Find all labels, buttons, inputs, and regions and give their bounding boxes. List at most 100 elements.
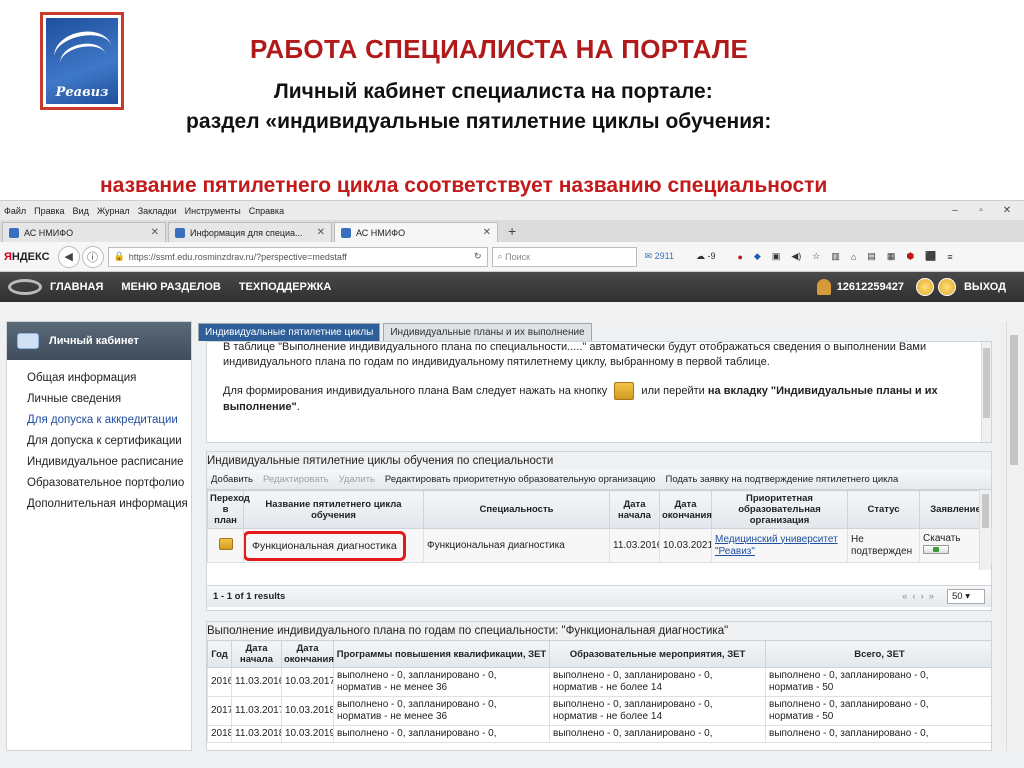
add-button[interactable]: Добавить bbox=[211, 474, 253, 485]
close-tab-icon[interactable]: ✕ bbox=[317, 227, 325, 238]
sidebar-header[interactable]: Личный кабинет bbox=[7, 322, 191, 360]
close-tab-icon[interactable]: ✕ bbox=[151, 227, 159, 238]
sidebar-list: Общая информация Личные сведения Для доп… bbox=[7, 360, 191, 515]
nav-main[interactable]: ГЛАВНАЯ bbox=[50, 281, 103, 293]
column-header[interactable]: Дата начала bbox=[231, 640, 282, 668]
column-header[interactable]: Дата окончания bbox=[281, 640, 334, 668]
pager-nav-icons[interactable]: «‹›» bbox=[902, 591, 939, 602]
menu-tools[interactable]: Инструменты bbox=[185, 206, 241, 216]
page-scrollbar[interactable] bbox=[1006, 321, 1020, 751]
sidebar-item-additional[interactable]: Дополнительная информация bbox=[27, 494, 191, 515]
column-header[interactable]: Дата начала bbox=[609, 490, 660, 529]
sidebar-item-personal[interactable]: Личные сведения bbox=[27, 389, 191, 410]
browser-tab-label: АС НМИФО bbox=[356, 227, 406, 238]
submit-request-button[interactable]: Подать заявку на подтверждение пятилетне… bbox=[665, 474, 898, 485]
close-window-icon[interactable]: ✕ bbox=[998, 205, 1016, 216]
download-button[interactable] bbox=[923, 545, 949, 554]
exit-button[interactable]: ВЫХОД bbox=[964, 281, 1006, 293]
menu-view[interactable]: Вид bbox=[73, 206, 89, 216]
plan-link-cell[interactable] bbox=[207, 528, 244, 563]
search-input[interactable]: ⌕ Поиск bbox=[491, 246, 637, 267]
delete-button[interactable]: Удалить bbox=[339, 474, 375, 485]
extension-icon[interactable]: ⬛ bbox=[925, 251, 936, 262]
mail-icon[interactable]: ✉ 2911 bbox=[645, 251, 685, 262]
back-icon[interactable]: ◀ bbox=[57, 245, 80, 268]
cycles-scrollbar[interactable] bbox=[979, 490, 991, 570]
table-row[interactable]: 2018 11.03.2018 10.03.2019 выполнено - 0… bbox=[207, 725, 991, 743]
column-header[interactable]: Приоритетная образовательная организация bbox=[711, 490, 848, 529]
table-row[interactable]: 2017 11.03.2017 10.03.2018 выполнено - 0… bbox=[207, 696, 991, 726]
portal-header: ГЛАВНАЯ МЕНЮ РАЗДЕЛОВ ТЕХПОДДЕРЖКА 12612… bbox=[0, 272, 1024, 302]
column-header[interactable]: Всего, ЗЕТ bbox=[765, 640, 991, 668]
table-row[interactable]: 2016 11.03.2016 10.03.2017 выполнено - 0… bbox=[207, 667, 991, 697]
menu-edit[interactable]: Правка bbox=[34, 206, 64, 216]
qualification-cell: выполнено - 0, запланировано - 0, нормати… bbox=[333, 696, 550, 726]
zoom-in-icon[interactable] bbox=[915, 278, 934, 296]
tab-individual-plans[interactable]: Индивидуальные планы и их выполнение bbox=[383, 323, 592, 341]
user-icon bbox=[816, 279, 831, 295]
minimize-icon[interactable]: – bbox=[946, 205, 964, 216]
year-cell: 2016 bbox=[207, 667, 232, 697]
chat-icon[interactable]: ▤ bbox=[867, 251, 876, 262]
page-size-select[interactable]: 50 ▾ bbox=[947, 588, 985, 604]
sidebar-item-general[interactable]: Общая информация bbox=[27, 368, 191, 389]
cycles-table: Переход в план Название пятилетнего цикл… bbox=[207, 490, 992, 585]
column-header[interactable]: Специальность bbox=[423, 490, 610, 529]
column-header[interactable]: Статус bbox=[847, 490, 920, 529]
sidebar-item-accreditation[interactable]: Для допуска к аккредитации bbox=[27, 410, 191, 431]
column-header[interactable]: Переход в план bbox=[207, 490, 250, 529]
info-icon[interactable]: ⓘ bbox=[81, 245, 104, 268]
nav-sections-menu[interactable]: МЕНЮ РАЗДЕЛОВ bbox=[121, 281, 220, 293]
browser-tab-2[interactable]: Информация для специа... ✕ bbox=[168, 222, 332, 242]
edit-org-button[interactable]: Редактировать приоритетную образовательн… bbox=[385, 474, 656, 485]
browser-tab-1[interactable]: АС НМИФО ✕ bbox=[2, 222, 166, 242]
screenshot-icon[interactable]: ▦ bbox=[887, 251, 896, 262]
url-bar[interactable]: 🔒 https://ssmf.edu.rosminzdrav.ru/?persp… bbox=[107, 246, 488, 267]
maps-icon[interactable]: ● bbox=[737, 252, 742, 262]
sidebar-item-certification[interactable]: Для допуска к сертификации bbox=[27, 431, 191, 452]
portal-logo-icon[interactable] bbox=[8, 279, 42, 295]
maximize-icon[interactable]: ▫ bbox=[972, 205, 990, 216]
column-header[interactable]: Образовательные мероприятия, ЗЕТ bbox=[549, 640, 766, 668]
start-date-cell: 11.03.2016 bbox=[231, 667, 282, 697]
menu-file[interactable]: Файл bbox=[4, 206, 26, 216]
column-header[interactable]: Программы повышения квалификации, ЗЕТ bbox=[333, 640, 550, 668]
site-icon bbox=[341, 227, 351, 238]
column-header[interactable]: Название пятилетнего цикла обучения bbox=[243, 490, 424, 529]
search-icon: ⌕ bbox=[497, 251, 506, 261]
open-plan-icon[interactable] bbox=[218, 537, 233, 550]
volume-icon[interactable]: ◀) bbox=[791, 251, 801, 262]
downloads-icon[interactable]: ▣ bbox=[772, 251, 781, 262]
specialty-cell: Функциональная диагностика bbox=[423, 528, 610, 563]
zoom-out-icon[interactable] bbox=[937, 278, 956, 296]
cloud-icon[interactable]: ◆ bbox=[754, 251, 761, 262]
column-header[interactable]: Год bbox=[207, 640, 232, 668]
table-row[interactable]: Функциональная диагностика Функциональна… bbox=[207, 528, 992, 563]
end-date-cell: 10.03.2021 bbox=[659, 528, 712, 563]
column-header[interactable]: Дата окончания bbox=[659, 490, 712, 529]
weather-icon[interactable]: ☁ -9 bbox=[696, 251, 727, 262]
menu-history[interactable]: Журнал bbox=[97, 206, 130, 216]
adblock-icon[interactable]: ⬢ bbox=[906, 251, 914, 262]
tab-five-year-cycles[interactable]: Индивидуальные пятилетние циклы bbox=[198, 323, 381, 341]
bookmark-star-icon[interactable]: ☆ bbox=[812, 251, 820, 262]
info-text: или перейти bbox=[641, 384, 705, 397]
browser-tab-3[interactable]: АС НМИФО ✕ bbox=[334, 222, 498, 242]
home-icon[interactable]: ⌂ bbox=[851, 252, 856, 262]
sidebar-item-schedule[interactable]: Индивидуальное расписание bbox=[27, 452, 191, 473]
reload-icon[interactable]: ↻ bbox=[474, 251, 482, 262]
sidebar-item-portfolio[interactable]: Образовательное портфолио bbox=[27, 473, 191, 494]
menu-bookmarks[interactable]: Закладки bbox=[138, 206, 177, 216]
nav-support[interactable]: ТЕХПОДДЕРЖКА bbox=[239, 281, 332, 293]
info-scrollbar[interactable] bbox=[981, 342, 991, 442]
new-tab-icon[interactable]: + bbox=[500, 223, 524, 239]
menu-icon[interactable]: ≡ bbox=[947, 252, 952, 262]
menu-help[interactable]: Справка bbox=[249, 206, 284, 216]
edit-button[interactable]: Редактировать bbox=[263, 474, 329, 485]
create-plan-icon[interactable] bbox=[614, 382, 635, 400]
close-tab-icon[interactable]: ✕ bbox=[483, 227, 491, 238]
library-icon[interactable]: ▥ bbox=[831, 251, 840, 262]
org-link[interactable]: Медицинский университет "Реавиз" bbox=[715, 534, 838, 557]
total-cell: выполнено - 0, запланировано - 0, bbox=[765, 725, 991, 743]
browser-tab-label: Информация для специа... bbox=[190, 227, 303, 238]
